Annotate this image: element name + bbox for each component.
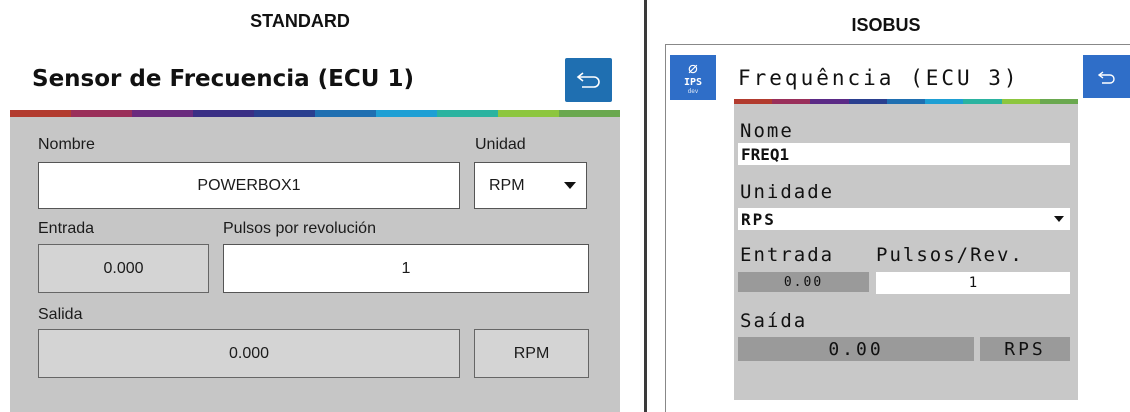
unit-select[interactable]: RPM bbox=[474, 162, 587, 209]
panel-divider bbox=[644, 0, 647, 412]
name-input[interactable]: POWERBOX1 bbox=[38, 162, 460, 209]
isobus-unit-select-value: RPS bbox=[741, 209, 776, 229]
header-color-bar bbox=[10, 110, 620, 117]
chevron-down-icon bbox=[1054, 216, 1064, 222]
isobus-pulses-label: Pulsos/Rev. bbox=[876, 244, 1024, 266]
page-title: Sensor de Frecuencia (ECU 1) bbox=[32, 66, 414, 92]
isobus-output-unit-field: RPS bbox=[980, 337, 1070, 361]
isobus-unit-select[interactable]: RPS bbox=[738, 208, 1070, 230]
leaf-icon: ∅ bbox=[688, 58, 698, 78]
isobus-input-label: Entrada bbox=[740, 244, 835, 266]
input-label: Entrada bbox=[38, 220, 95, 237]
pulses-input[interactable]: 1 bbox=[223, 244, 589, 293]
isobus-heading: ISOBUS bbox=[851, 15, 921, 35]
isobus-input-value-field: 0.00 bbox=[738, 272, 869, 292]
ips-sub-label: dev bbox=[687, 87, 699, 95]
isobus-name-input[interactable]: FREQ1 bbox=[738, 143, 1070, 165]
ips-label: IPS bbox=[683, 76, 703, 88]
name-label: Nombre bbox=[38, 136, 95, 153]
isobus-name-label: Nome bbox=[740, 120, 794, 142]
standard-heading: STANDARD bbox=[250, 11, 350, 31]
unit-select-value: RPM bbox=[489, 176, 525, 194]
ips-badge[interactable]: ∅ IPS dev bbox=[670, 55, 716, 100]
isobus-unit-label: Unidade bbox=[740, 181, 835, 203]
back-button[interactable] bbox=[565, 58, 612, 102]
isobus-back-button[interactable] bbox=[1083, 55, 1130, 98]
output-unit-field: RPM bbox=[474, 329, 589, 378]
isobus-page-title: Frequência (ECU 3) bbox=[738, 66, 1020, 90]
chevron-down-icon bbox=[564, 182, 576, 189]
input-value-field: 0.000 bbox=[38, 244, 209, 293]
isobus-output-value-field: 0.00 bbox=[738, 337, 974, 361]
pulses-label: Pulsos por revolución bbox=[223, 220, 376, 237]
undo-arrow-icon bbox=[1097, 70, 1115, 84]
output-label: Salida bbox=[38, 306, 83, 323]
isobus-pulses-input[interactable]: 1 bbox=[876, 272, 1070, 294]
isobus-output-label: Saída bbox=[740, 310, 808, 332]
undo-arrow-icon bbox=[576, 72, 600, 88]
output-value-field: 0.000 bbox=[38, 329, 460, 378]
unit-label: Unidad bbox=[475, 136, 526, 153]
